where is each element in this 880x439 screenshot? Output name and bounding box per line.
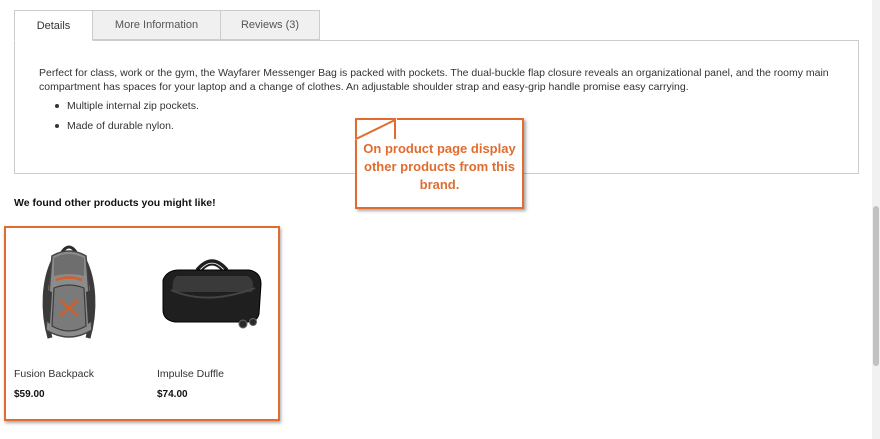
product-tabs: Details More Information Reviews (3) xyxy=(14,10,320,41)
page-scrollbar[interactable] xyxy=(872,0,880,439)
related-products-title: We found other products you might like! xyxy=(14,197,216,209)
product-price: $74.00 xyxy=(157,389,188,400)
callout-fold-icon xyxy=(355,118,397,140)
scrollbar-thumb[interactable] xyxy=(873,206,879,366)
callout-text: On product page display other products f… xyxy=(363,140,516,192)
feature-list: Multiple internal zip pockets. Made of d… xyxy=(51,99,199,139)
tab-more-information[interactable]: More Information xyxy=(92,10,221,40)
duffle-bag-image[interactable] xyxy=(157,240,267,350)
product-item-impulse-duffle[interactable]: Impulse Duffle $74.00 xyxy=(157,240,287,400)
tab-reviews[interactable]: Reviews (3) xyxy=(220,10,320,40)
product-description: Perfect for class, work or the gym, the … xyxy=(39,67,829,93)
product-price: $59.00 xyxy=(14,389,45,400)
product-name[interactable]: Impulse Duffle xyxy=(157,368,224,380)
backpack-image[interactable] xyxy=(14,240,124,350)
product-item-fusion-backpack[interactable]: Fusion Backpack $59.00 xyxy=(14,240,144,400)
feature-item: Multiple internal zip pockets. xyxy=(51,99,199,119)
feature-item: Made of durable nylon. xyxy=(51,119,199,139)
product-page: Details More Information Reviews (3) Per… xyxy=(0,0,880,439)
tab-details[interactable]: Details xyxy=(14,10,93,41)
product-name[interactable]: Fusion Backpack xyxy=(14,368,94,380)
